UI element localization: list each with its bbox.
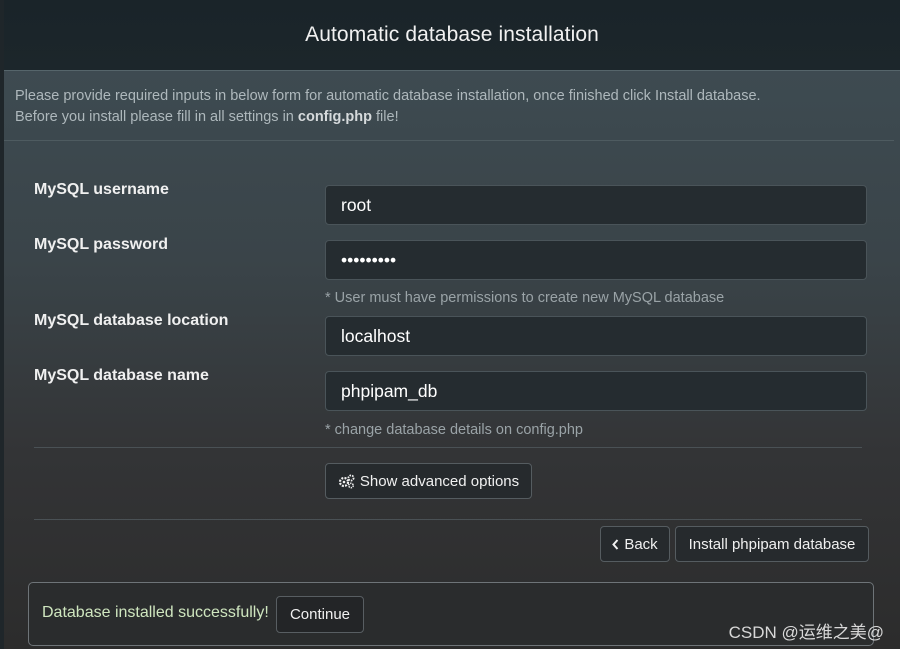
chevron-left-icon xyxy=(612,538,619,550)
continue-button-label: Continue xyxy=(289,606,351,623)
installer-page: Automatic database installation Please p… xyxy=(0,0,900,649)
mysql-password-input[interactable] xyxy=(325,240,867,280)
page-title: Automatic database installation xyxy=(305,23,599,46)
page-header: Automatic database installation xyxy=(4,0,900,71)
install-database-label: Install phpipam database xyxy=(688,535,856,553)
left-border xyxy=(0,0,4,649)
show-advanced-options-label: Show advanced options xyxy=(359,472,520,490)
back-button-label: Back xyxy=(624,535,658,553)
show-advanced-options-button[interactable]: Show advanced options xyxy=(325,463,532,499)
intro-text: Please provide required inputs in below … xyxy=(15,86,885,128)
form-divider-2 xyxy=(34,519,862,520)
back-button[interactable]: Back xyxy=(600,526,670,562)
csdn-watermark: CSDN @运维之美@ xyxy=(728,623,884,642)
mysql-dbname-label: MySQL database name xyxy=(34,367,209,384)
intro-divider xyxy=(4,140,894,141)
continue-button[interactable]: Continue xyxy=(276,596,364,633)
gears-icon xyxy=(338,474,355,489)
form-divider-1 xyxy=(34,447,862,448)
mysql-username-label: MySQL username xyxy=(34,181,169,198)
mysql-dbname-input[interactable] xyxy=(325,371,867,411)
config-filename: config.php xyxy=(297,109,372,125)
intro-line-2-suffix: file! xyxy=(372,109,399,125)
success-message: Database installed successfully! xyxy=(42,604,269,621)
intro-line-2: Before you install please fill in all se… xyxy=(15,107,885,128)
intro-line-1: Please provide required inputs in below … xyxy=(15,88,761,104)
mysql-password-label: MySQL password xyxy=(34,236,168,253)
dbname-help-text: * change database details on config.php xyxy=(325,422,583,438)
password-help-text: * User must have permissions to create n… xyxy=(325,290,725,306)
intro-line-2-prefix: Before you install please fill in all se… xyxy=(15,109,298,125)
mysql-username-input[interactable] xyxy=(325,185,867,225)
mysql-location-input[interactable] xyxy=(325,316,867,356)
mysql-location-label: MySQL database location xyxy=(34,312,229,329)
install-database-button[interactable]: Install phpipam database xyxy=(675,526,869,562)
